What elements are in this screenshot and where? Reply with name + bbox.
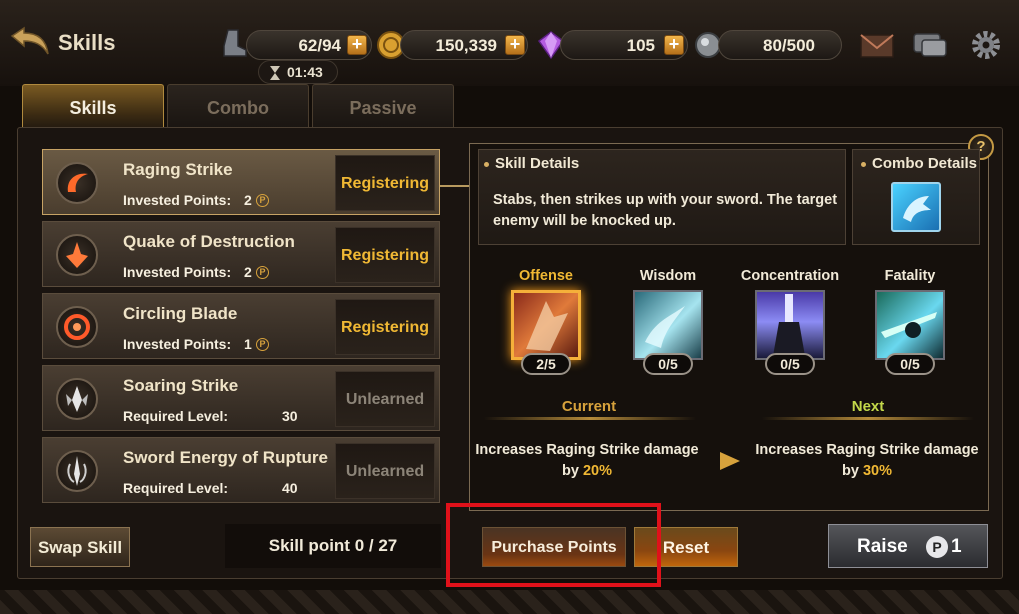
next-divider	[762, 417, 974, 420]
skill-state: Registering	[335, 155, 435, 211]
next-effect-value: 30%	[862, 463, 892, 479]
skill-name: Raging Strike	[123, 160, 233, 179]
skill-description: Stabs, then strikes up with your sword. …	[493, 192, 838, 229]
next-effect-text: Increases Raging Strike damage	[755, 442, 979, 458]
skill-sub-label: Invested Points:	[123, 336, 232, 352]
skill-state: Unlearned	[335, 371, 435, 427]
skill-name: Soaring Strike	[123, 376, 239, 395]
skill-sub-label: Required Level:	[123, 480, 229, 496]
chat-icon[interactable]	[912, 30, 948, 60]
skill-sub-value: 2	[244, 264, 252, 280]
bullet-icon	[484, 161, 489, 167]
add-gold-button[interactable]: +	[505, 35, 525, 55]
tab-passive[interactable]: Passive	[312, 84, 454, 128]
skill-sub-label: Required Level:	[123, 408, 229, 424]
offense-branch-icon[interactable]	[511, 290, 581, 360]
skill-sub-label: Invested Points:	[123, 192, 232, 208]
orbs-value: 80/500	[763, 36, 815, 55]
skill-point-badge-icon: P	[926, 536, 948, 558]
skill-row-sword-energy-of-rupture[interactable]: Sword Energy of Rupture Required Level: …	[42, 437, 440, 503]
add-stamina-button[interactable]: +	[347, 35, 367, 55]
gear-icon[interactable]	[968, 30, 1004, 60]
skill-details-title-text: Skill Details	[495, 155, 580, 172]
sword-energy-of-rupture-icon	[56, 450, 98, 492]
back-arrow-icon[interactable]	[10, 26, 50, 56]
next-effect-by: by	[842, 463, 859, 479]
fatality-branch-icon[interactable]	[875, 290, 945, 360]
offense-branch-count: 2/5	[521, 353, 571, 375]
skill-sub-value: 2	[244, 192, 252, 208]
tab-combo[interactable]: Combo	[167, 84, 309, 128]
skill-sub-value: 1	[244, 336, 252, 352]
raging-strike-icon	[56, 162, 98, 204]
orbs-counter: 80/500	[718, 30, 842, 60]
soaring-strike-icon	[56, 378, 98, 420]
branch-label-offense: Offense	[519, 268, 573, 284]
raise-label: Raise	[857, 536, 908, 557]
branch-label-fatality: Fatality	[884, 268, 936, 284]
bottom-border	[0, 590, 1019, 614]
skill-details-title: Skill Details	[484, 155, 579, 172]
boot-icon	[223, 29, 247, 57]
skill-row-raging-strike[interactable]: Raging Strike Invested Points: 2 P Regis…	[42, 149, 440, 215]
skill-sub-value: 40	[282, 480, 298, 496]
timer-value: 01:43	[287, 64, 323, 80]
tab-skills[interactable]: Skills	[22, 84, 164, 128]
skill-row-quake-of-destruction[interactable]: Quake of Destruction Invested Points: 2 …	[42, 221, 440, 287]
branch-label-wisdom: Wisdom	[639, 268, 697, 284]
stamina-value: 62/94	[298, 36, 341, 55]
gems-counter: 105 +	[560, 30, 688, 60]
quake-of-destruction-icon	[56, 234, 98, 276]
page-title: Skills	[58, 30, 116, 55]
combo-details-title-text: Combo Details	[872, 155, 978, 172]
arrow-right-icon	[720, 452, 740, 470]
stamina-timer: 01:43	[258, 60, 338, 84]
combo-details-title: Combo Details	[861, 155, 977, 172]
skill-sub-value: 30	[282, 408, 298, 424]
concentration-branch-icon[interactable]	[755, 290, 825, 360]
skill-name: Quake of Destruction	[123, 232, 295, 251]
bullet-icon	[861, 161, 866, 167]
gems-value: 105	[626, 36, 655, 55]
next-effect-amount: by 30%	[752, 461, 982, 482]
current-divider	[484, 417, 696, 420]
points-badge-icon: P	[256, 266, 269, 279]
gold-counter: 150,339 +	[400, 30, 528, 60]
concentration-branch-count: 0/5	[765, 353, 815, 375]
combo-skill-icon[interactable]	[891, 182, 941, 232]
branch-label-concentration: Concentration	[740, 268, 840, 284]
skill-state: Unlearned	[335, 443, 435, 499]
raise-cost: 1	[951, 536, 962, 557]
mail-icon[interactable]	[859, 30, 895, 60]
fatality-branch-count: 0/5	[885, 353, 935, 375]
add-gems-button[interactable]: +	[664, 35, 684, 55]
points-badge-icon: P	[256, 338, 269, 351]
next-effect: Increases Raging Strike damage by 30%	[752, 440, 982, 482]
skill-state: Registering	[335, 227, 435, 283]
current-effect-text: Increases Raging Strike damage	[475, 442, 699, 458]
skill-row-circling-blade[interactable]: Circling Blade Invested Points: 1 P Regi…	[42, 293, 440, 359]
selection-connector	[440, 185, 470, 187]
skill-name: Sword Energy of Rupture	[123, 448, 328, 467]
current-effect-value: 20%	[582, 463, 612, 479]
current-effect: Increases Raging Strike damage by 20%	[472, 440, 702, 482]
swap-skill-button[interactable]: Swap Skill	[30, 527, 130, 567]
points-badge-icon: P	[256, 194, 269, 207]
hourglass-icon	[270, 66, 280, 80]
skill-state: Registering	[335, 299, 435, 355]
current-effect-by: by	[562, 463, 579, 479]
skill-name: Circling Blade	[123, 304, 238, 323]
gold-value: 150,339	[435, 36, 497, 55]
skill-point-display: Skill point 0 / 27	[225, 524, 441, 568]
wisdom-branch-count: 0/5	[643, 353, 693, 375]
skill-row-soaring-strike[interactable]: Soaring Strike Required Level: 30 Unlear…	[42, 365, 440, 431]
circling-blade-icon	[56, 306, 98, 348]
current-effect-amount: by 20%	[472, 461, 702, 482]
stamina-counter: 62/94 +	[246, 30, 372, 60]
wisdom-branch-icon[interactable]	[633, 290, 703, 360]
skill-sub-label: Invested Points:	[123, 264, 232, 280]
highlight-annotation	[446, 503, 661, 587]
raise-button[interactable]: Raise P 1	[828, 524, 988, 568]
